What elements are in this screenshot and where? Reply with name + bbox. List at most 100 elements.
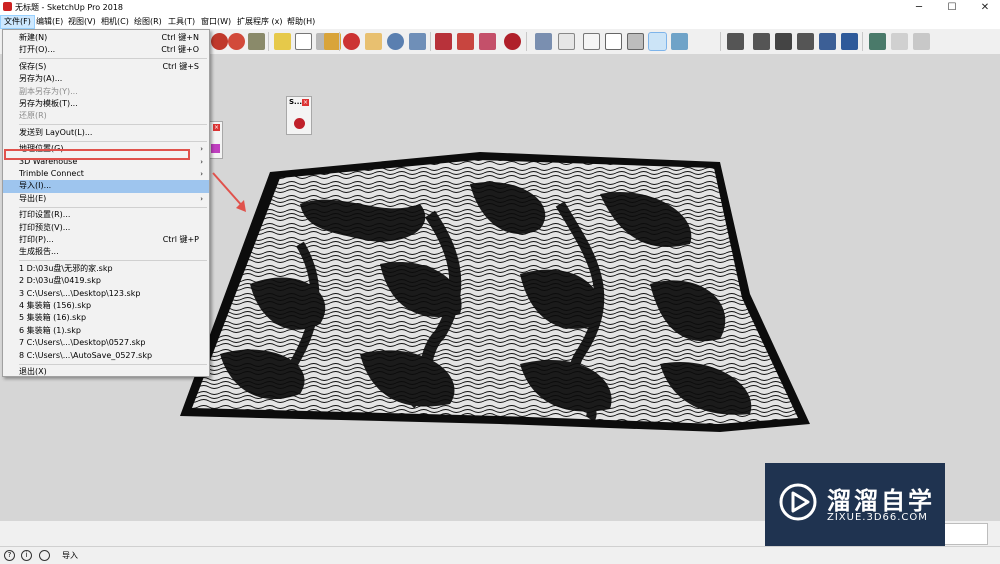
top-view-icon[interactable] <box>558 33 575 50</box>
model-info-icon[interactable] <box>869 33 886 50</box>
submenu-arrow-icon: › <box>200 157 203 166</box>
status-bar: ? i 导入 <box>0 546 1000 564</box>
file-menu-item[interactable]: 打印(P)... Ctrl 键+P <box>3 234 209 246</box>
submenu-arrow-icon: › <box>200 194 203 203</box>
menu-item-label: 3 C:\Users\...\Desktop\123.skp <box>19 288 141 298</box>
file-menu-item[interactable]: 生成报告... <box>3 246 209 258</box>
right-view-icon[interactable] <box>753 33 770 50</box>
menu-draw[interactable]: 绘图(R) <box>131 15 165 29</box>
text-icon[interactable] <box>295 33 312 50</box>
toolbar-separator <box>339 32 340 51</box>
menu-item-label: 保存(S) <box>19 61 47 71</box>
submenu-arrow-icon: › <box>200 170 203 178</box>
menu-edit[interactable]: 编辑(E) <box>33 15 66 29</box>
sandbox-stamp-icon[interactable] <box>913 33 930 50</box>
menu-tools[interactable]: 工具(T) <box>165 15 198 29</box>
user-status-icon[interactable] <box>39 550 50 561</box>
file-menu-item[interactable]: 打开(O)... Ctrl 键+O <box>3 44 209 56</box>
menu-camera[interactable]: 相机(C) <box>98 15 132 29</box>
menu-item-label: 导入(I)... <box>19 181 52 191</box>
menu-item-label: 2 D:\03u盘\0419.skp <box>19 276 101 286</box>
file-menu-item[interactable]: 1 D:\03u盘\无邪的家.skp <box>3 263 209 275</box>
menu-item-label: 新建(N) <box>19 33 48 42</box>
file-menu-item[interactable]: 7 C:\Users\...\Desktop\0527.skp <box>3 337 209 349</box>
toolbar-separator <box>526 32 527 51</box>
menu-item-label: 生成报告... <box>19 247 59 257</box>
file-menu-item[interactable]: 导入(I)... <box>3 180 209 193</box>
textured-icon[interactable] <box>841 33 858 50</box>
panel-tool-icon[interactable] <box>211 144 220 153</box>
menu-view[interactable]: 视图(V) <box>65 15 99 29</box>
left-view-icon[interactable] <box>797 33 814 50</box>
file-menu-item[interactable]: 打印设置(R)... <box>3 209 209 221</box>
follow-me-icon[interactable] <box>228 33 245 50</box>
rotate-icon[interactable] <box>211 33 228 50</box>
menu-window[interactable]: 窗口(W) <box>198 15 234 29</box>
menu-separator <box>19 206 207 208</box>
hidden-line-icon[interactable] <box>627 33 644 50</box>
status-message: 导入 <box>62 551 78 560</box>
orbit-icon[interactable] <box>343 33 360 50</box>
warehouse-icon[interactable] <box>435 33 452 50</box>
back-view-icon[interactable] <box>775 33 792 50</box>
menu-item-label: 发送到 LayOut(L)... <box>19 127 93 137</box>
extension-warehouse-icon[interactable] <box>457 33 474 50</box>
menu-separator <box>19 140 207 142</box>
menu-help[interactable]: 帮助(H) <box>284 15 318 29</box>
file-menu-item[interactable]: 8 C:\Users\...\AutoSave_0527.skp <box>3 350 209 362</box>
monochrome-icon[interactable] <box>648 32 667 51</box>
menu-item-label: 1 D:\03u盘\无邪的家.skp <box>19 263 113 273</box>
shaded-icon[interactable] <box>671 33 688 50</box>
scale-icon[interactable] <box>248 33 265 50</box>
menu-extensions[interactable]: 扩展程序 (x) <box>234 15 286 29</box>
menu-item-label: 副本另存为(Y)... <box>19 86 78 96</box>
menu-item-label: Trimble Connect <box>19 169 84 178</box>
sketchup-logo-icon[interactable] <box>294 118 305 129</box>
wireframe-icon[interactable] <box>605 33 622 50</box>
watermark-url-text: ZIXUE.3D66.COM <box>827 512 928 523</box>
iso-view-icon[interactable] <box>535 33 552 50</box>
panel-close-icon[interactable]: × <box>213 124 220 131</box>
panel-close-icon[interactable]: × <box>302 99 309 106</box>
close-window-button[interactable]: ✕ <box>970 0 1000 15</box>
file-menu-item[interactable]: 打印预览(V)... <box>3 222 209 234</box>
maximize-button[interactable]: ☐ <box>937 0 967 15</box>
file-menu-item[interactable]: 6 集装箱 (1).skp <box>3 325 209 337</box>
file-menu-item[interactable]: 4 集装箱 (156).skp <box>3 300 209 312</box>
file-menu-item[interactable]: 5 集装箱 (16).skp <box>3 312 209 324</box>
menu-separator <box>19 124 207 126</box>
file-menu-item[interactable]: 另存为模板(T)... <box>3 98 209 110</box>
toolbar-separator <box>862 32 863 51</box>
layout-icon[interactable] <box>479 33 496 50</box>
menu-item-label: 7 C:\Users\...\Desktop\0527.skp <box>19 338 146 348</box>
file-menu-item[interactable]: 保存(S) Ctrl 键+S <box>3 61 209 73</box>
menu-item-label: 另存为模板(T)... <box>19 99 78 108</box>
file-menu-item[interactable]: 发送到 LayOut(L)... <box>3 127 209 139</box>
zoom-extents-icon[interactable] <box>409 33 426 50</box>
xray-icon[interactable] <box>583 33 600 50</box>
floating-panel[interactable]: S... × <box>286 96 312 135</box>
info-status-icon[interactable]: i <box>21 550 32 561</box>
file-menu-item[interactable]: 另存为(A)... <box>3 73 209 85</box>
toolbar-separator <box>268 32 269 51</box>
window-title: 无标题 - SketchUp Pro 2018 <box>15 3 123 12</box>
minimize-button[interactable]: ─ <box>904 0 934 15</box>
zoom-icon[interactable] <box>387 33 404 50</box>
file-menu-item[interactable]: 新建(N) Ctrl 键+N <box>3 32 209 44</box>
pan-icon[interactable] <box>365 33 382 50</box>
menu-item-label: 8 C:\Users\...\AutoSave_0527.skp <box>19 350 153 360</box>
bottom-view-icon[interactable] <box>819 33 836 50</box>
file-menu-item[interactable]: Trimble Connect › <box>3 168 209 180</box>
menu-file[interactable]: 文件(F) <box>0 15 35 29</box>
sandbox-from-contours-icon[interactable] <box>891 33 908 50</box>
menu-item-label: 5 集装箱 (16).skp <box>19 313 87 323</box>
pencil-icon[interactable] <box>274 33 291 50</box>
file-menu-item[interactable]: 2 D:\03u盘\0419.skp <box>3 275 209 287</box>
file-menu-item[interactable]: 导出(E) › <box>3 193 209 205</box>
menu-item-label: 6 集装箱 (1).skp <box>19 325 81 335</box>
front-view-icon[interactable] <box>727 33 744 50</box>
help-status-icon[interactable]: ? <box>4 550 15 561</box>
file-menu-item[interactable]: 退出(X) <box>3 366 209 378</box>
ruby-icon[interactable] <box>504 33 521 50</box>
file-menu-item[interactable]: 3 C:\Users\...\Desktop\123.skp <box>3 288 209 300</box>
